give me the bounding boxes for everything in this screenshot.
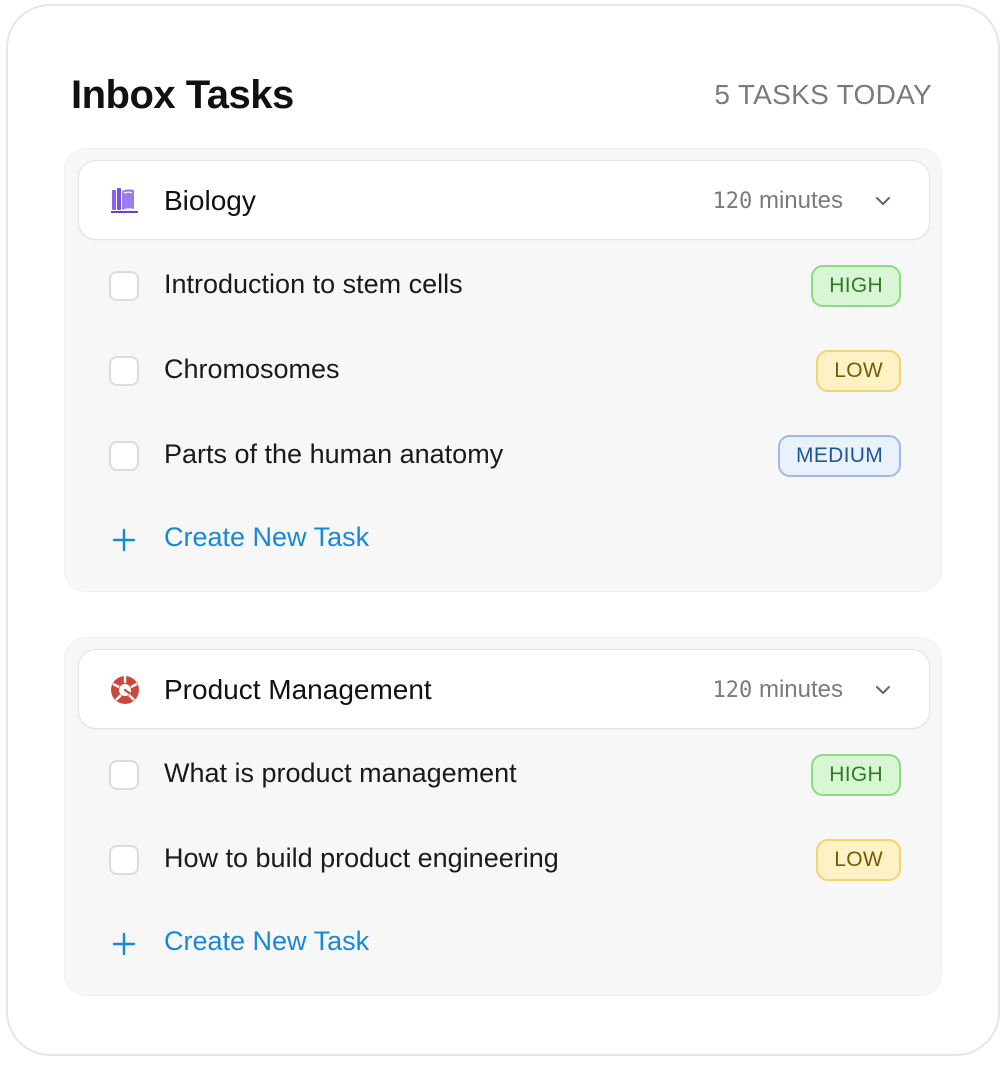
- task-label: How to build product engineering: [164, 843, 559, 873]
- task-row: Parts of the human anatomy MEDIUM: [65, 414, 943, 499]
- priority-badge: LOW: [816, 839, 901, 881]
- plus-icon: [112, 528, 136, 552]
- duration-value: 120: [712, 678, 753, 703]
- group-name: Product Management: [164, 674, 432, 705]
- priority-badge: LOW: [816, 350, 901, 392]
- task-checkbox[interactable]: [109, 271, 139, 301]
- chevron-down-icon[interactable]: [873, 680, 893, 700]
- group-header[interactable]: Biology 120 minutes: [78, 160, 930, 240]
- task-checkbox[interactable]: [109, 356, 139, 386]
- task-label: What is product management: [164, 758, 517, 788]
- create-new-task-button[interactable]: Create New Task: [65, 915, 943, 975]
- gauge-icon: [111, 676, 139, 704]
- duration-unit: minutes: [758, 676, 843, 703]
- task-label: Chromosomes: [164, 354, 340, 384]
- create-new-task-button[interactable]: Create New Task: [65, 511, 943, 571]
- task-group-biology: Biology 120 minutes Introduction to stem…: [64, 148, 942, 592]
- tasks-count: 5 TASKS TODAY: [714, 79, 932, 110]
- priority-badge: HIGH: [811, 265, 901, 307]
- task-row: Introduction to stem cells HIGH: [65, 244, 943, 329]
- task-group-product-management: Product Management 120 minutes What is p…: [64, 637, 942, 996]
- group-name: Biology: [164, 185, 256, 216]
- task-row: What is product management HIGH: [65, 733, 943, 818]
- task-label: Parts of the human anatomy: [164, 439, 504, 469]
- task-label: Introduction to stem cells: [164, 269, 463, 299]
- create-new-task-label: Create New Task: [164, 926, 370, 956]
- task-checkbox[interactable]: [109, 845, 139, 875]
- group-duration: 120 minutes: [713, 187, 843, 215]
- create-new-task-label: Create New Task: [164, 522, 370, 552]
- task-row: Chromosomes LOW: [65, 329, 943, 414]
- duration-value: 120: [712, 189, 753, 214]
- task-checkbox[interactable]: [109, 760, 139, 790]
- task-row: How to build product engineering LOW: [65, 818, 943, 903]
- priority-badge: MEDIUM: [778, 435, 901, 477]
- page-title: Inbox Tasks: [71, 73, 294, 117]
- group-duration: 120 minutes: [713, 676, 843, 704]
- duration-unit: minutes: [758, 187, 843, 214]
- chevron-down-icon[interactable]: [873, 191, 893, 211]
- group-header[interactable]: Product Management 120 minutes: [78, 649, 930, 729]
- priority-badge: HIGH: [811, 754, 901, 796]
- book-icon: [111, 188, 138, 213]
- task-checkbox[interactable]: [109, 441, 139, 471]
- plus-icon: [112, 932, 136, 956]
